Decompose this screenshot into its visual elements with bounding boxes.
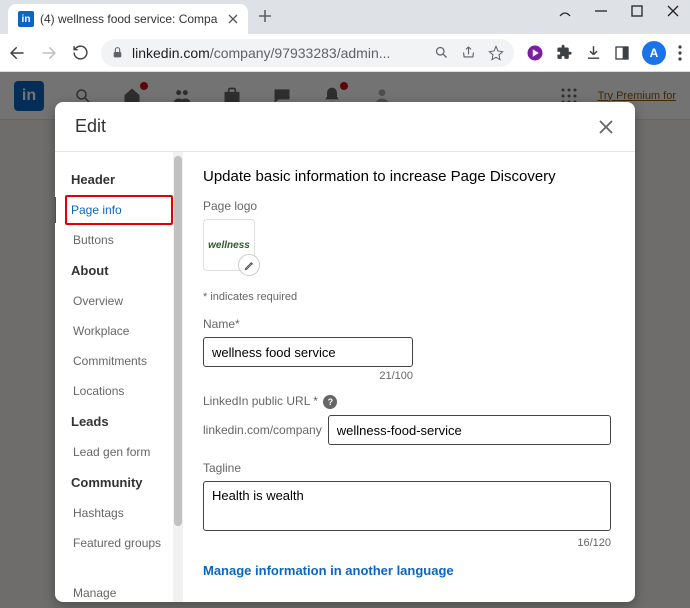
forward-icon [40,44,58,62]
browser-toolbar: linkedin.com/company/97933283/admin... A [0,34,690,72]
name-input[interactable] [203,337,413,367]
page-logo-preview: wellness [203,219,255,271]
tagline-input[interactable] [203,481,611,531]
share-icon[interactable] [461,45,476,60]
modal-title: Edit [75,116,106,137]
url-tooltip-icon[interactable]: ? [323,395,337,409]
sidebar-item-page-info[interactable]: Page info [63,197,171,223]
tab-title: (4) wellness food service: Compa [40,12,222,26]
logo-text: wellness [208,240,250,251]
sidebar-item-overview[interactable]: Overview [65,286,173,316]
browser-tab[interactable]: in (4) wellness food service: Compa [8,4,248,34]
url-path: /company/97933283/admin... [210,45,391,61]
sidebar-item-manage-languages[interactable]: Manage languages [65,578,173,602]
content-heading: Update basic information to increase Pag… [203,168,611,185]
download-icon[interactable] [585,44,602,61]
new-tab-button[interactable] [258,9,272,25]
lock-icon [111,46,124,59]
url-input[interactable] [328,415,611,445]
required-note: * indicates required [203,291,611,303]
manage-language-link[interactable]: Manage information in another language [203,563,454,578]
url-prefix: linkedin.com/company [203,423,322,437]
reload-icon[interactable] [72,44,89,61]
name-label: Name* [203,317,611,331]
tab-close-icon[interactable] [228,14,238,24]
minimize-icon[interactable] [558,4,572,18]
tagline-counter: 16/120 [203,537,611,549]
browser-titlebar: in (4) wellness food service: Compa [0,0,690,34]
sidebar-item-buttons[interactable]: Buttons [65,225,173,255]
sidebar-section-about: About [65,255,173,286]
sidebar-section-community: Community [65,467,173,498]
address-bar[interactable]: linkedin.com/company/97933283/admin... [101,39,514,67]
sidebar-section-header: Header [65,164,173,195]
extension-play-icon[interactable] [526,44,544,62]
sidebar-item-hashtags[interactable]: Hashtags [65,498,173,528]
bookmark-star-icon[interactable] [488,45,504,61]
modal-content: Update basic information to increase Pag… [183,152,635,602]
close-window-icon[interactable] [666,4,680,18]
sidebar-item-workplace[interactable]: Workplace [65,316,173,346]
extensions-puzzle-icon[interactable] [556,44,573,61]
search-in-page-icon[interactable] [434,45,449,60]
url-label: LinkedIn public URL * ? [203,394,611,409]
browser-menu-icon[interactable] [678,45,682,61]
edit-modal: Edit Header Page info Buttons About Over… [55,102,635,602]
modal-sidebar: Header Page info Buttons About Overview … [55,152,173,602]
sidebar-item-featured-groups[interactable]: Featured groups [65,528,173,558]
modal-header: Edit [55,102,635,152]
sidebar-scrollbar[interactable] [173,152,183,602]
edit-logo-button[interactable] [238,254,260,276]
sidebar-item-commitments[interactable]: Commitments [65,346,173,376]
modal-close-button[interactable] [597,118,615,136]
profile-avatar[interactable]: A [642,41,666,65]
maximize-icon[interactable] [630,4,644,18]
modal-overlay: Edit Header Page info Buttons About Over… [0,72,690,608]
url-domain: linkedin.com [132,45,210,61]
back-icon[interactable] [8,44,26,62]
sidebar-section-leads: Leads [65,406,173,437]
sidebar-item-locations[interactable]: Locations [65,376,173,406]
panel-icon[interactable] [614,45,630,61]
line-icon[interactable] [594,4,608,18]
name-counter: 21/100 [203,370,413,382]
tagline-label: Tagline [203,461,611,475]
page-logo-label: Page logo [203,199,611,213]
page-body: in Try Premium for Settings Messaging Ed… [0,72,690,608]
linkedin-favicon: in [18,11,34,27]
window-controls [558,4,680,18]
sidebar-item-lead-gen[interactable]: Lead gen form [65,437,173,467]
